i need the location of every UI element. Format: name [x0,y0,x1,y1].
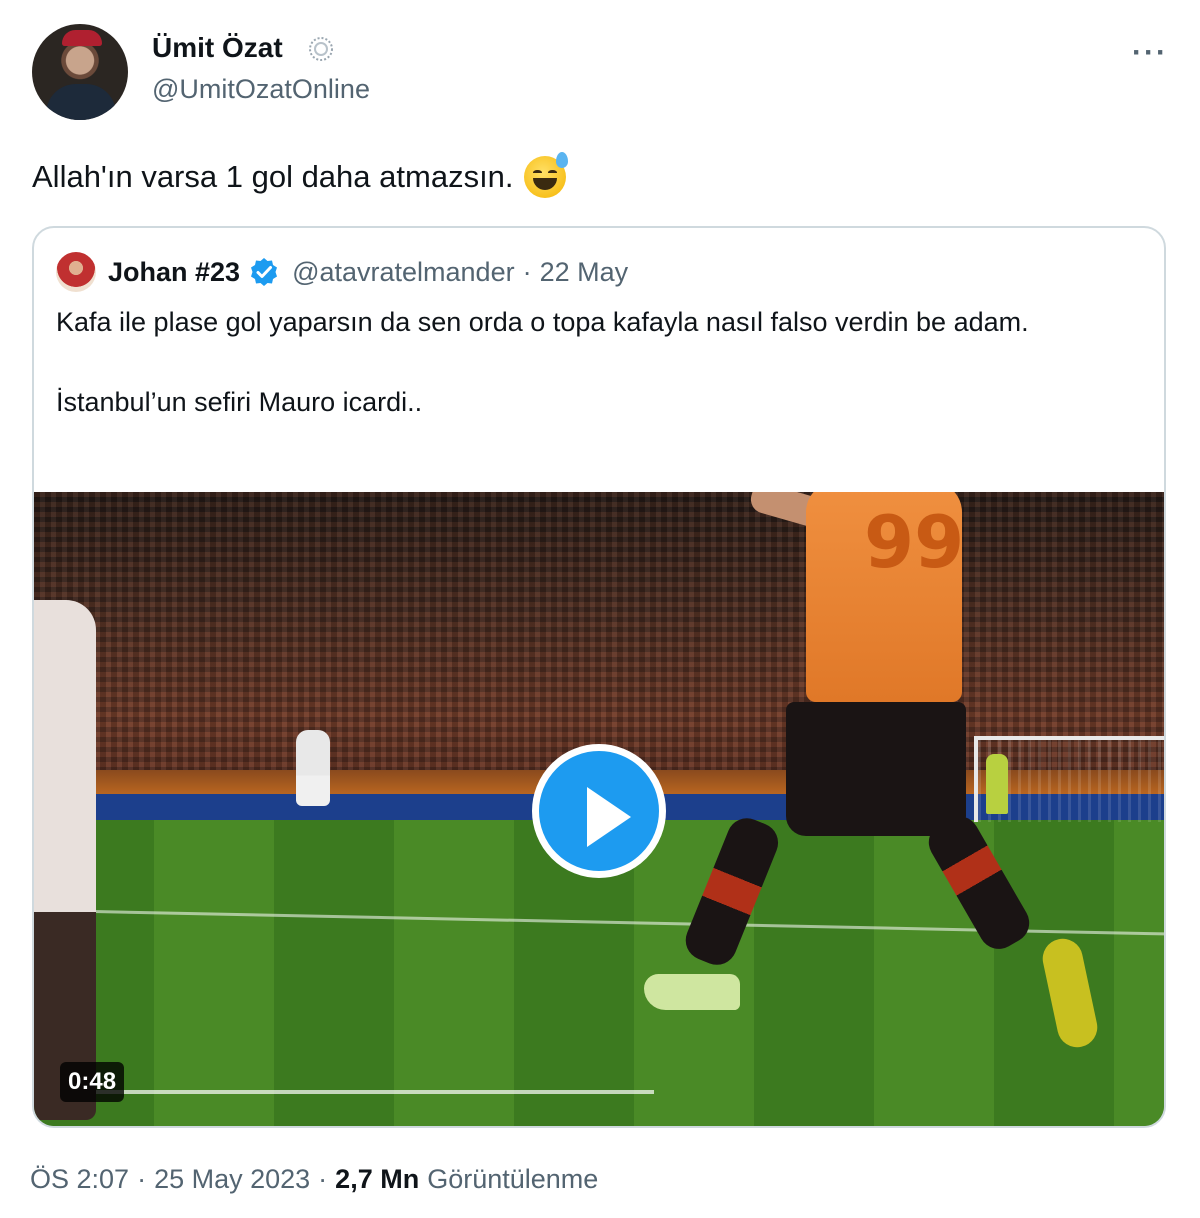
play-button[interactable] [532,744,666,878]
views-label: Görüntülenme [427,1164,599,1194]
tweet-time[interactable]: ÖS 2:07 [30,1164,129,1195]
video-duration: 0:48 [60,1062,125,1102]
video-player-shorts [786,702,966,836]
sweat-smile-emoji-icon [523,152,568,198]
author-avatar[interactable] [32,24,128,120]
avatar-cap [62,30,102,46]
quoted-author-avatar[interactable] [56,252,96,292]
verified-icon [251,258,278,286]
emoji-mouth [532,178,557,190]
tweet-text-content: Allah'ın varsa 1 gol daha atmazsın. [32,159,514,194]
emoji-eye [532,170,542,175]
tweet-date[interactable]: 25 May 2023 [154,1164,310,1195]
affiliate-badge-icon [309,37,333,61]
author-name[interactable]: Ümit Özat [152,32,283,64]
play-icon [587,787,631,847]
quoted-text-line-1: Kafa ile plase gol yaparsın da sen orda … [56,307,1029,337]
tweet-header: Ümit Özat @UmitOzatOnline ··· [32,24,1172,124]
more-icon[interactable]: ··· [1132,36,1168,70]
video-goalkeeper [986,754,1008,814]
quoted-tweet-text: Kafa ile plase gol yaparsın da sen orda … [56,302,1136,422]
quoted-author-handle[interactable]: @atavratelmander [292,257,515,288]
quoted-text-line-2: İstanbul’un sefiri Mauro icardi.. [56,387,423,417]
emoji-eye [547,170,557,175]
meta-separator: · [137,1164,147,1194]
quoted-author-name[interactable]: Johan #23 [108,257,240,288]
video-player-distant [296,730,330,806]
tweet-text: Allah'ın varsa 1 gol daha atmazsın. [32,152,568,198]
video-player-boot [644,974,740,1010]
views-count: 2,7 Mn [335,1164,420,1194]
tweet-meta: ÖS 2:07 · 25 May 2023 · 2,7 Mn Görüntüle… [30,1164,598,1195]
video-player-left [34,600,96,1120]
pitch-line [34,1090,654,1094]
quoted-separator: · [522,256,532,287]
avatar-shirt [46,84,116,120]
quoted-date[interactable]: 22 May [540,257,629,288]
author-handle[interactable]: @UmitOzatOnline [152,74,370,105]
meta-separator: · [318,1164,328,1194]
jersey-number: 99 [864,500,965,584]
quoted-tweet[interactable]: Johan #23 @atavratelmander · 22 May Kafa… [32,226,1166,1128]
emoji-sweat-drop [555,152,568,168]
video-player[interactable]: 99 0:48 [34,492,1164,1126]
quoted-tweet-header: Johan #23 @atavratelmander · 22 May [56,252,628,292]
